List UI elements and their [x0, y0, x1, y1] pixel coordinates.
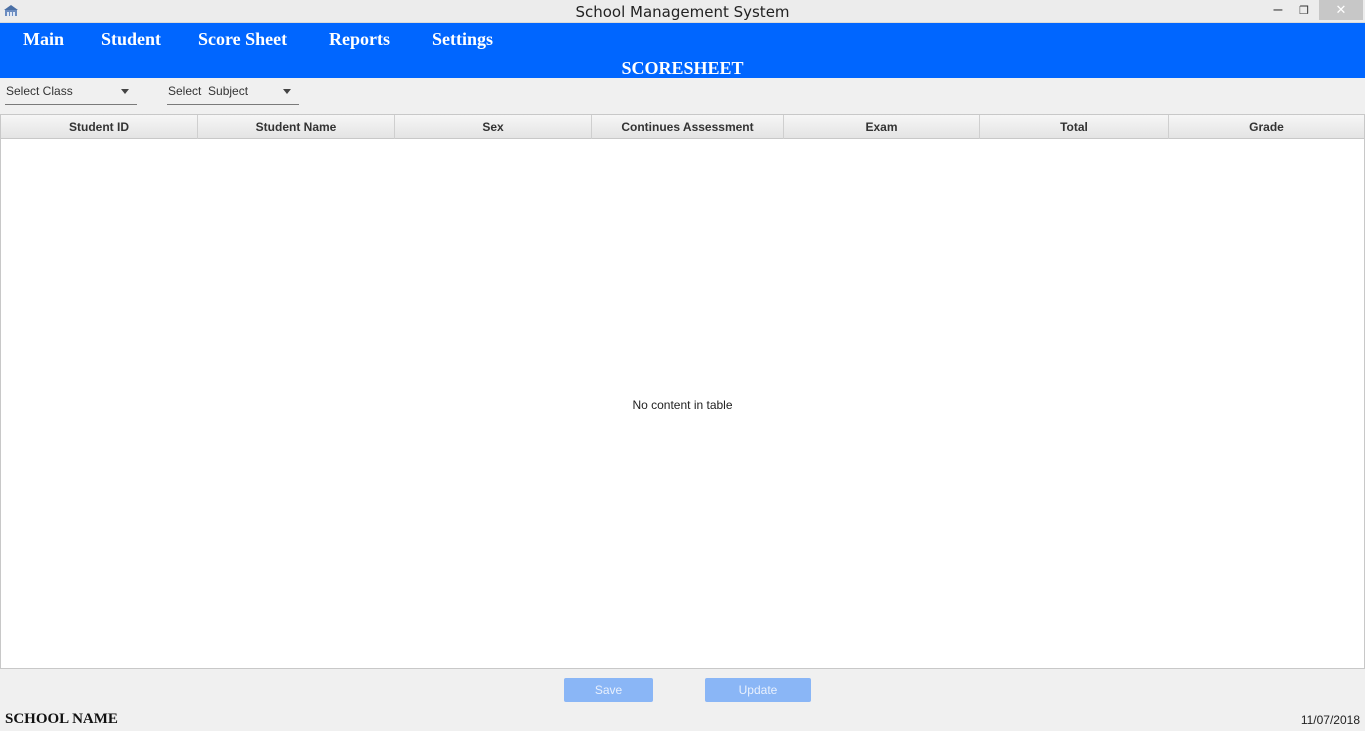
menu-item-settings[interactable]: Settings — [432, 29, 493, 50]
table-empty-message: No content in table — [632, 398, 733, 412]
column-header-exam[interactable]: Exam — [784, 115, 980, 139]
column-header-grade[interactable]: Grade — [1169, 115, 1364, 139]
select-class-placeholder: Select Class — [6, 84, 73, 98]
menu-item-reports[interactable]: Reports — [329, 29, 390, 50]
maximize-button[interactable]: ❐ — [1292, 0, 1316, 20]
column-header-continues-assessment[interactable]: Continues Assessment — [592, 115, 784, 139]
column-header-student-id[interactable]: Student ID — [1, 115, 198, 139]
menu-bar: Main Student Score Sheet Reports Setting… — [0, 23, 1365, 78]
close-icon: ✕ — [1335, 2, 1347, 17]
select-class-dropdown[interactable]: Select Class — [5, 83, 137, 105]
table-header: Student ID Student Name Sex Continues As… — [1, 115, 1364, 139]
menu-item-score-sheet[interactable]: Score Sheet — [198, 29, 287, 50]
column-header-sex[interactable]: Sex — [395, 115, 592, 139]
minimize-button[interactable]: – — [1266, 0, 1290, 20]
menu-item-student[interactable]: Student — [101, 29, 161, 50]
page-title: SCORESHEET — [621, 58, 744, 78]
chevron-down-icon — [283, 89, 291, 94]
select-subject-placeholder: Select Subject — [168, 84, 249, 98]
window-title: School Management System — [575, 3, 790, 21]
school-name-label: SCHOOL NAME — [5, 711, 118, 727]
close-button[interactable]: ✕ — [1319, 0, 1363, 20]
select-subject-dropdown[interactable]: Select Subject — [167, 83, 299, 105]
column-header-total[interactable]: Total — [980, 115, 1169, 139]
scores-table[interactable]: Student ID Student Name Sex Continues As… — [0, 114, 1365, 669]
current-date-label: 11/07/2018 — [1300, 713, 1360, 727]
column-header-student-name[interactable]: Student Name — [198, 115, 395, 139]
window-title-bar: School Management System – ❐ ✕ — [0, 0, 1365, 23]
update-button[interactable]: Update — [705, 678, 811, 702]
save-button[interactable]: Save — [564, 678, 653, 702]
menu-item-main[interactable]: Main — [23, 29, 64, 50]
chevron-down-icon — [121, 89, 129, 94]
minimize-icon: – — [1273, 1, 1283, 18]
restore-icon: ❐ — [1299, 4, 1309, 17]
